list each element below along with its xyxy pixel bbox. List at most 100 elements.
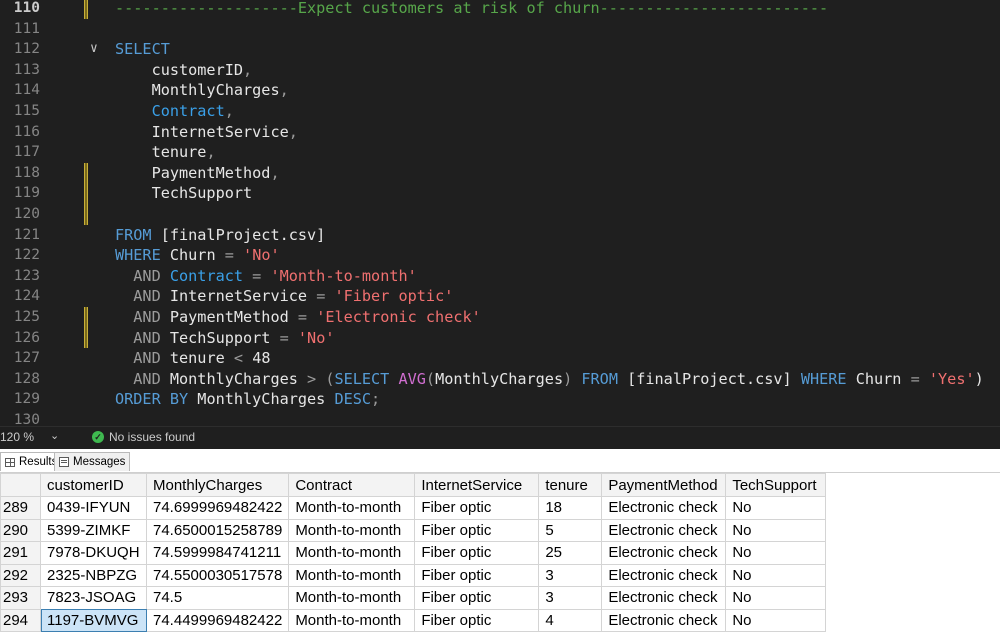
- code-line[interactable]: 125 AND PaymentMethod = 'Electronic chec…: [0, 307, 1000, 328]
- table-cell[interactable]: Fiber optic: [414, 496, 540, 520]
- table-cell[interactable]: 74.6500015258789: [145, 518, 290, 542]
- table-cell[interactable]: Fiber optic: [414, 608, 540, 632]
- table-cell[interactable]: 74.4499969482422: [145, 608, 290, 632]
- code-line[interactable]: 123 AND Contract = 'Month-to-month': [0, 266, 1000, 287]
- table-cell[interactable]: Month-to-month: [288, 496, 416, 520]
- table-cell[interactable]: 7823-JSOAG: [40, 586, 147, 610]
- table-cell[interactable]: 5: [538, 518, 603, 542]
- table-row[interactable]: 290 5399-ZIMKF 74.6500015258789 Month-to-mo…: [0, 518, 827, 542]
- table-row[interactable]: 292 2325-NBPZG 74.5500030517578 Month-to-mo…: [0, 563, 827, 587]
- results-grid[interactable]: customerID MonthlyCharges Contract Internet…: [0, 473, 1000, 640]
- chevron-down-icon[interactable]: ⌄: [50, 429, 59, 442]
- code-line[interactable]: 114 MonthlyCharges,: [0, 80, 1000, 101]
- column-header-tenure[interactable]: tenure: [538, 473, 603, 497]
- row-number[interactable]: 292: [0, 563, 41, 587]
- row-number[interactable]: 294: [0, 608, 41, 632]
- column-header-techsupport[interactable]: TechSupport: [725, 473, 827, 497]
- table-cell[interactable]: Electronic check: [601, 496, 727, 520]
- code-text: --------------------Expect customers at …: [115, 0, 828, 19]
- tab-results[interactable]: Results: [0, 452, 63, 471]
- code-line[interactable]: 117 tenure,: [0, 142, 1000, 163]
- column-header-paymentmethod[interactable]: PaymentMethod: [601, 473, 727, 497]
- code-editor[interactable]: 110 --------------------Expect customers …: [0, 0, 1000, 426]
- table-cell[interactable]: 5399-ZIMKF: [40, 518, 147, 542]
- table-cell[interactable]: No: [725, 586, 827, 610]
- table-cell[interactable]: 74.5: [145, 586, 290, 610]
- code-line[interactable]: 116 InternetService,: [0, 122, 1000, 143]
- column-header-monthlycharges[interactable]: MonthlyCharges: [145, 473, 290, 497]
- fold-chevron-icon[interactable]: ∨: [90, 39, 98, 60]
- code-line[interactable]: 112 ∨ SELECT: [0, 39, 1000, 60]
- table-cell[interactable]: 25: [538, 541, 603, 565]
- table-cell[interactable]: No: [725, 518, 827, 542]
- table-cell[interactable]: 3: [538, 586, 603, 610]
- table-cell[interactable]: Electronic check: [601, 586, 727, 610]
- tab-messages[interactable]: Messages: [54, 452, 131, 471]
- zoom-level[interactable]: 120 %: [0, 430, 34, 444]
- table-cell[interactable]: 4: [538, 608, 603, 632]
- change-marker: [84, 204, 88, 225]
- table-row[interactable]: 291 7978-DKUQH 74.5999984741211 Month-to-mo…: [0, 541, 827, 565]
- table-cell[interactable]: No: [725, 541, 827, 565]
- code-line[interactable]: 115 Contract,: [0, 101, 1000, 122]
- table-row[interactable]: 293 7823-JSOAG 74.5 Month-to-month Fiber opt…: [0, 586, 827, 610]
- code-token: 'Fiber optic': [334, 287, 454, 306]
- code-line[interactable]: 127 AND tenure < 48: [0, 348, 1000, 369]
- row-number[interactable]: 290: [0, 518, 41, 542]
- code-line[interactable]: 126 AND TechSupport = 'No': [0, 327, 1000, 349]
- table-row[interactable]: 294 1197-BVMVG 74.4499969482422 Month-to-mo…: [0, 608, 827, 632]
- table-cell[interactable]: Fiber optic: [414, 563, 540, 587]
- column-header-customerid[interactable]: customerID: [40, 473, 147, 497]
- table-cell[interactable]: Fiber optic: [414, 518, 540, 542]
- row-number[interactable]: 291: [0, 541, 41, 565]
- code-line[interactable]: 113 customerID,: [0, 60, 1000, 81]
- table-cell[interactable]: Electronic check: [601, 541, 727, 565]
- code-token: InternetService: [115, 122, 289, 141]
- table-cell[interactable]: Fiber optic: [414, 541, 540, 565]
- code-line[interactable]: 122 WHERE Churn = 'No': [0, 245, 1000, 266]
- table-cell[interactable]: 2325-NBPZG: [40, 563, 147, 587]
- table-cell[interactable]: Electronic check: [601, 563, 727, 587]
- code-line[interactable]: 121 FROM [finalProject.csv]: [0, 225, 1000, 246]
- table-cell[interactable]: 74.5500030517578: [145, 563, 290, 587]
- row-number[interactable]: 293: [0, 586, 41, 610]
- code-line[interactable]: 120: [0, 204, 1000, 225]
- table-cell[interactable]: No: [725, 496, 827, 520]
- table-cell[interactable]: 18: [538, 496, 603, 520]
- table-cell[interactable]: 74.6999969482422: [145, 496, 290, 520]
- table-cell[interactable]: 74.5999984741211: [145, 541, 290, 565]
- table-cell[interactable]: 7978-DKUQH: [40, 541, 147, 565]
- table-cell[interactable]: Month-to-month: [288, 541, 416, 565]
- table-cell[interactable]: Electronic check: [601, 608, 727, 632]
- issues-indicator[interactable]: ✓ No issues found: [92, 430, 195, 444]
- code-line[interactable]: 118 PaymentMethod,: [0, 162, 1000, 184]
- table-cell[interactable]: Fiber optic: [414, 586, 540, 610]
- code-line[interactable]: 128 AND MonthlyCharges > (SELECT AVG(Mon…: [0, 369, 1000, 390]
- code-token: Contract: [115, 102, 225, 120]
- table-cell[interactable]: Month-to-month: [288, 563, 416, 587]
- code-line[interactable]: 130: [0, 410, 1000, 426]
- table-cell[interactable]: Month-to-month: [288, 518, 416, 542]
- column-header-contract[interactable]: Contract: [288, 473, 416, 497]
- code-line[interactable]: 110 --------------------Expect customers …: [0, 0, 1000, 19]
- code-line[interactable]: 129 ORDER BY MonthlyCharges DESC;: [0, 389, 1000, 410]
- table-cell[interactable]: Month-to-month: [288, 608, 416, 632]
- code-token: AND: [115, 308, 170, 326]
- code-token: 'Yes': [928, 369, 975, 388]
- table-cell[interactable]: 0439-IFYUN: [40, 496, 147, 520]
- code-line[interactable]: 119 TechSupport: [0, 183, 1000, 204]
- column-header-internetservice[interactable]: InternetService: [414, 473, 540, 497]
- table-cell[interactable]: 1197-BVMVG: [40, 608, 147, 632]
- issues-label: No issues found: [109, 430, 196, 444]
- table-cell[interactable]: Electronic check: [601, 518, 727, 542]
- code-line[interactable]: 124 AND InternetService = 'Fiber optic': [0, 286, 1000, 307]
- table-cell[interactable]: Month-to-month: [288, 586, 416, 610]
- row-header-corner[interactable]: [0, 473, 41, 497]
- table-cell[interactable]: No: [725, 608, 827, 632]
- row-number[interactable]: 289: [0, 496, 41, 520]
- code-line[interactable]: 111: [0, 19, 1000, 40]
- table-cell[interactable]: 3: [538, 563, 603, 587]
- line-number: 124: [13, 288, 40, 305]
- table-cell[interactable]: No: [725, 563, 827, 587]
- table-row[interactable]: 289 0439-IFYUN 74.6999969482422 Month-to-mo…: [0, 496, 827, 520]
